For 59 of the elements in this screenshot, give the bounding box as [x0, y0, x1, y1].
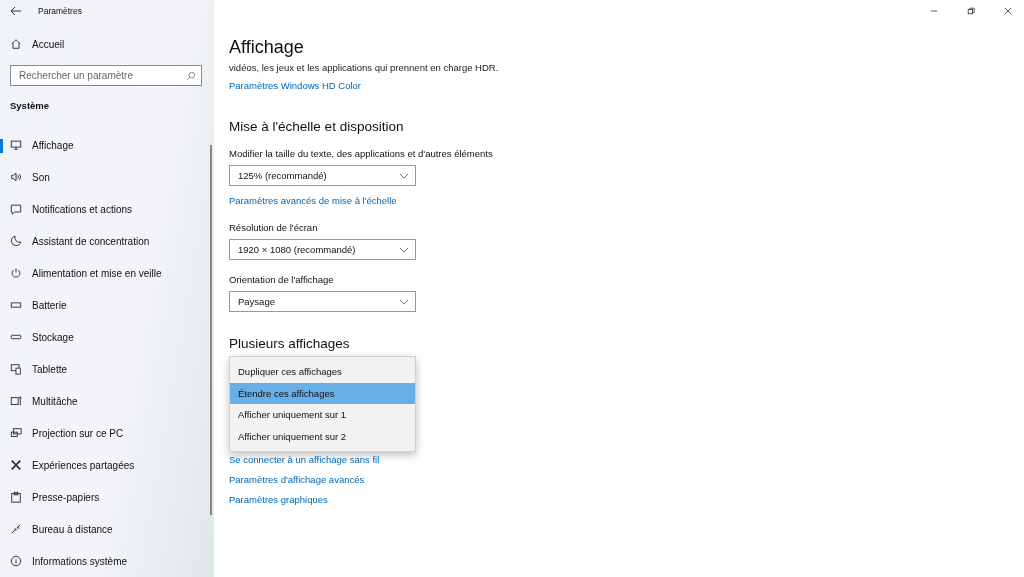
- sidebar-item[interactable]: Batterie: [0, 289, 214, 321]
- settings-link[interactable]: Paramètres d'affichage avancés: [229, 474, 365, 485]
- field-label: Modifier la taille du texte, des applications et d'autres éléments: [229, 148, 493, 159]
- sidebar-item[interactable]: Stockage: [0, 321, 214, 353]
- settings-link[interactable]: Paramètres graphiques: [229, 494, 328, 505]
- chevron-icon: [399, 246, 409, 253]
- sidebar-item[interactable]: Presse-papiers: [0, 481, 214, 513]
- battery-icon: [10, 299, 22, 311]
- menu-option[interactable]: Étendre ces affichages: [230, 382, 415, 404]
- menu-option[interactable]: Afficher uniquement sur 2: [230, 425, 415, 447]
- search-icon: [186, 70, 196, 81]
- sidebar-item[interactable]: Notifications et actions: [0, 193, 214, 225]
- moon-icon: [10, 235, 22, 247]
- sidebar-item[interactable]: Expériences partagées: [0, 449, 214, 481]
- remote-icon: [10, 523, 22, 535]
- clipboard-icon: [10, 491, 22, 503]
- home-link[interactable]: Accueil: [0, 29, 214, 59]
- sidebar-item[interactable]: Informations système: [0, 545, 214, 577]
- field-label: Orientation de l'affichage: [229, 274, 334, 285]
- dropdown[interactable]: Paysage: [229, 291, 416, 312]
- close-icon[interactable]: [1002, 5, 1014, 17]
- search-field[interactable]: Rechercher un paramètre: [10, 65, 202, 86]
- hd-color-link[interactable]: Paramètres Windows HD Color: [229, 80, 361, 91]
- home-icon: [10, 38, 22, 51]
- back-arrow-icon[interactable]: [10, 4, 22, 17]
- multitask-icon: [10, 395, 22, 407]
- chevron-icon: [399, 298, 409, 305]
- restore-icon[interactable]: [965, 5, 977, 17]
- tablet-icon: [10, 363, 22, 375]
- menu-option[interactable]: Afficher uniquement sur 1: [230, 404, 415, 426]
- dropdown[interactable]: 125% (recommandé): [229, 165, 416, 186]
- info-icon: [10, 555, 22, 567]
- settings-link[interactable]: Se connecter à un affichage sans fil: [229, 454, 380, 465]
- shared-icon: [10, 459, 22, 471]
- speaker-icon: [10, 171, 22, 183]
- sidebar-item[interactable]: Bureau à distance: [0, 513, 214, 545]
- dropdown[interactable]: 1920 × 1080 (recommandé): [229, 239, 416, 260]
- sidebar-item[interactable]: Projection sur ce PC: [0, 417, 214, 449]
- monitor-icon: [10, 139, 22, 151]
- project-icon: [10, 427, 22, 439]
- field-label: Résolution de l'écran: [229, 222, 318, 233]
- message-icon: [10, 203, 22, 215]
- sidebar-item[interactable]: Tablette: [0, 353, 214, 385]
- section-heading: Mise à l'échelle et disposition: [229, 119, 404, 134]
- chevron-icon: [399, 172, 409, 179]
- page-title: Affichage: [229, 37, 304, 58]
- section-heading: Système: [9, 100, 51, 111]
- sidebar-item[interactable]: Alimentation et mise en veille: [0, 257, 214, 289]
- sidebar-item[interactable]: Son: [0, 161, 214, 193]
- power-icon: [10, 267, 22, 279]
- sidebar-item[interactable]: Affichage: [0, 129, 214, 161]
- scaling-link[interactable]: Paramètres avancés de mise à l'échelle: [229, 195, 397, 206]
- window-title: Paramètres: [38, 5, 82, 16]
- scrollbar[interactable]: [210, 145, 212, 515]
- menu-option[interactable]: Dupliquer ces affichages: [230, 361, 415, 383]
- description-text: vidéos, les jeux et les applications qui prennent en charge HDR.: [229, 62, 499, 73]
- sidebar-item[interactable]: Assistant de concentration: [0, 225, 214, 257]
- sidebar-item[interactable]: Multitâche: [0, 385, 214, 417]
- section-heading: Plusieurs affichages: [229, 336, 350, 351]
